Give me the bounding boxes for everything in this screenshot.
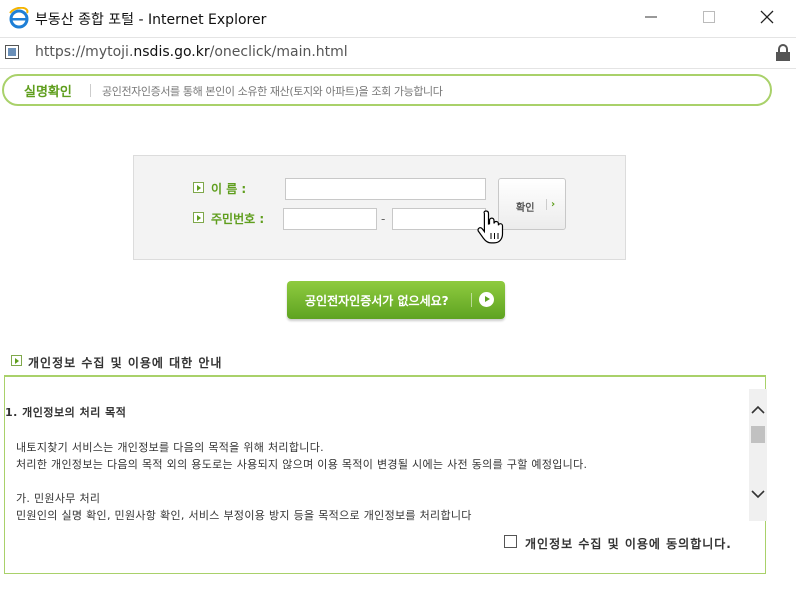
agree-checkbox[interactable]: [504, 535, 517, 548]
close-button[interactable]: [738, 0, 796, 34]
lock-icon[interactable]: [775, 44, 791, 62]
window-title: 부동산 종합 포털 - Internet Explorer: [35, 12, 267, 28]
ssn-dash: -: [381, 212, 386, 226]
title-bar: 부동산 종합 포털 - Internet Explorer: [0, 0, 796, 36]
ssn-second-input[interactable]: [392, 208, 486, 230]
privacy-text-area[interactable]: 1. 개인정보의 처리 목적 내토지찾기 서비스는 개인정보를 다음의 목적을 …: [5, 389, 749, 521]
address-bar[interactable]: https://mytoji.nsdis.go.kr/oneclick/main…: [0, 37, 796, 69]
url-prefix: https://mytoji.: [35, 44, 134, 60]
confirm-divider: [546, 199, 547, 210]
play-circle-icon: [479, 292, 494, 307]
url-host: nsdis.go.kr: [133, 44, 210, 60]
url-text[interactable]: https://mytoji.nsdis.go.kr/oneclick/main…: [35, 44, 348, 60]
privacy-paragraph: 처리한 개인정보는 다음의 목적 외의 용도로는 사용되지 않으며 이용 목적이…: [16, 458, 588, 471]
verification-banner: 실명확인 공인전자인증서를 통해 본인이 소유한 재산(토지와 아파트)을 조회…: [2, 74, 772, 106]
privacy-paragraph: 민원인의 실명 확인, 민원사항 확인, 서비스 부정이용 방지 등을 목적으로…: [16, 509, 472, 521]
banner-description: 공인전자인증서를 통해 본인이 소유한 재산(토지와 아파트)을 조회 가능합니…: [102, 85, 443, 98]
chevron-right-icon: ›: [551, 199, 556, 210]
arrow-bullet-icon: [193, 212, 204, 223]
page-icon: [5, 45, 19, 59]
url-path: /oneclick/main.html: [209, 44, 348, 60]
identity-form: 이 름 : 주민번호 : - 확인 ›: [133, 155, 626, 260]
name-input[interactable]: [285, 178, 486, 200]
close-icon: [760, 10, 774, 24]
maximize-button[interactable]: [680, 0, 738, 34]
cert-button-label: 공인전자인증서가 없으세요?: [305, 294, 449, 308]
minimize-button[interactable]: [622, 0, 680, 34]
arrow-bullet-icon: [11, 355, 22, 366]
name-label: 이 름 :: [211, 182, 247, 196]
confirm-button[interactable]: 확인 ›: [498, 178, 566, 230]
maximize-icon: [703, 11, 715, 23]
banner-divider: [90, 84, 91, 97]
privacy-heading: 개인정보 수집 및 이용에 대한 안내: [28, 356, 223, 370]
scrollbar-thumb[interactable]: [751, 426, 765, 443]
scroll-down-icon[interactable]: [749, 487, 767, 501]
cert-button-divider: [471, 293, 472, 307]
section-title: 1. 개인정보의 처리 목적: [5, 406, 127, 419]
ie-logo-icon: [9, 7, 29, 29]
no-certificate-button[interactable]: 공인전자인증서가 없으세요?: [287, 281, 505, 319]
ssn-label: 주민번호 :: [211, 212, 265, 226]
privacy-panel: 1. 개인정보의 처리 목적 내토지찾기 서비스는 개인정보를 다음의 목적을 …: [4, 375, 767, 574]
scrollbar[interactable]: [749, 389, 767, 521]
privacy-paragraph: 내토지찾기 서비스는 개인정보를 다음의 목적을 위해 처리합니다.: [16, 441, 324, 454]
hand-cursor-icon: [477, 210, 504, 244]
arrow-bullet-icon: [193, 182, 204, 193]
privacy-paragraph: 가. 민원사무 처리: [16, 492, 101, 505]
agree-label: 개인정보 수집 및 이용에 동의합니다.: [525, 537, 732, 551]
confirm-label: 확인: [516, 203, 535, 214]
scroll-up-icon[interactable]: [749, 403, 767, 417]
banner-title: 실명확인: [24, 85, 72, 100]
minimize-icon: [645, 16, 657, 18]
ssn-first-input[interactable]: [283, 208, 377, 230]
